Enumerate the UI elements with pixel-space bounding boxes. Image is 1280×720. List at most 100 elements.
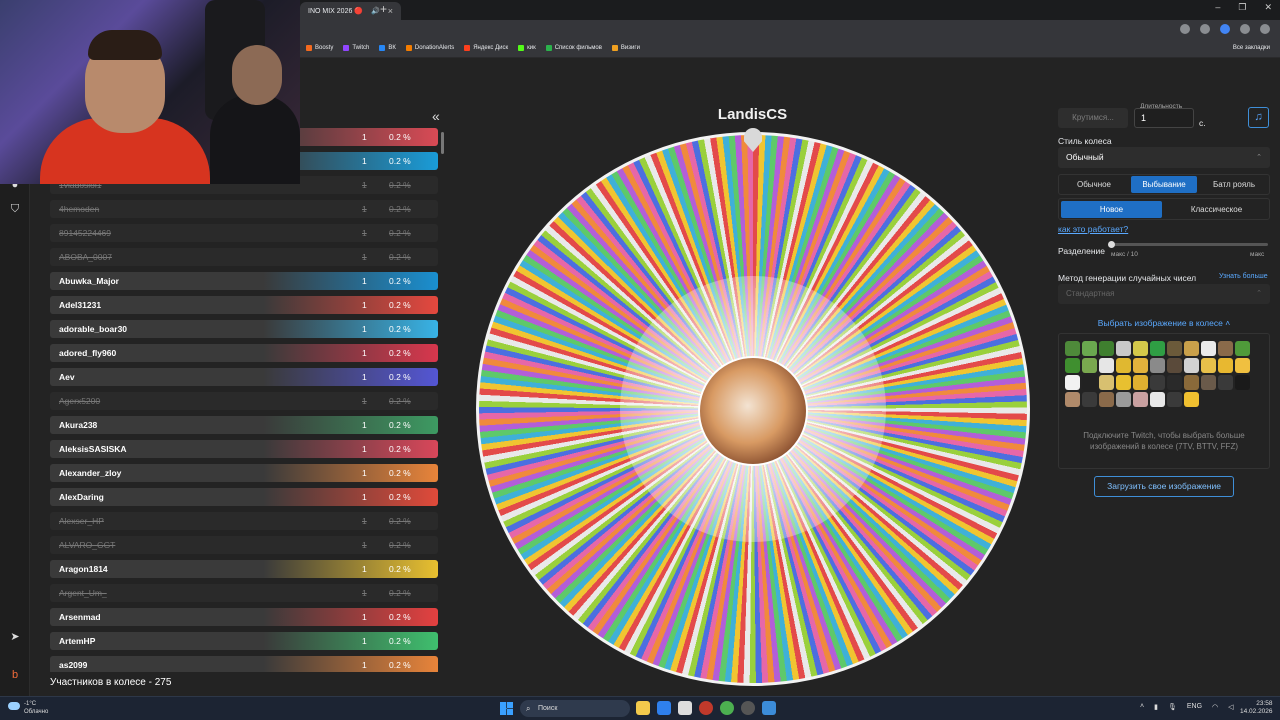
participant-row[interactable]: Argent_Um_ 1 0.2 %	[50, 584, 438, 602]
participant-row[interactable]: as2099 1 0.2 %	[50, 656, 438, 672]
emote-thumbnail[interactable]	[1150, 358, 1165, 373]
participant-row[interactable]: AleksisSASISKA 1 0.2 %	[50, 440, 438, 458]
image-picker-toggle[interactable]: Выбрать изображение в колесе ˄	[1058, 318, 1270, 328]
extension-icon[interactable]	[1220, 24, 1230, 34]
spin-button[interactable]: Крутимся...	[1058, 108, 1128, 128]
emote-thumbnail[interactable]	[1116, 341, 1131, 356]
participant-row[interactable]: AlexDaring 1 0.2 %	[50, 488, 438, 506]
emote-thumbnail[interactable]	[1184, 392, 1199, 407]
emote-thumbnail[interactable]	[1218, 375, 1233, 390]
wheel-style-select[interactable]: Обычный ⌃	[1058, 147, 1270, 168]
network-icon[interactable]: ▮	[1154, 703, 1158, 711]
emote-thumbnail[interactable]	[1133, 375, 1148, 390]
upload-image-button[interactable]: Загрузить свое изображение	[1094, 476, 1234, 497]
emote-thumbnail[interactable]	[1201, 358, 1216, 373]
steam-icon[interactable]	[762, 701, 776, 715]
emote-thumbnail[interactable]	[1082, 358, 1097, 373]
emote-thumbnail[interactable]	[1150, 392, 1165, 407]
emote-thumbnail[interactable]	[1099, 358, 1114, 373]
mode-option[interactable]: Обычное	[1061, 176, 1127, 193]
emote-thumbnail[interactable]	[1167, 358, 1182, 373]
minimize-icon[interactable]: –	[1215, 2, 1220, 13]
close-window-icon[interactable]: ✕	[1264, 2, 1272, 13]
emote-thumbnail[interactable]	[1133, 392, 1148, 407]
emote-thumbnail[interactable]	[1167, 392, 1182, 407]
opera-icon[interactable]	[699, 701, 713, 715]
emote-thumbnail[interactable]	[1150, 341, 1165, 356]
emote-thumbnail[interactable]	[1133, 341, 1148, 356]
participant-row[interactable]: Alexander_zloy 1 0.2 %	[50, 464, 438, 482]
emote-thumbnail[interactable]	[1150, 375, 1165, 390]
mode-option[interactable]: Выбывание	[1131, 176, 1197, 193]
participant-row[interactable]: 4hemoden 1 0.2 %	[50, 200, 438, 218]
emote-thumbnail[interactable]	[1167, 341, 1182, 356]
emote-thumbnail[interactable]	[1099, 375, 1114, 390]
windows-start-icon[interactable]	[500, 702, 513, 715]
taskbar-search[interactable]: ⌕ Поиск	[520, 700, 630, 717]
mode-option[interactable]: Классическое	[1166, 201, 1267, 218]
emote-thumbnail[interactable]	[1218, 341, 1233, 356]
participant-row[interactable]: ALVARO_GGT 1 0.2 %	[50, 536, 438, 554]
tab-audio-icon[interactable]: 🔊	[371, 7, 380, 15]
participant-row[interactable]: adored_fly960 1 0.2 %	[50, 344, 438, 362]
bookmark-item[interactable]: Визиги	[611, 45, 640, 51]
emote-thumbnail[interactable]	[1201, 341, 1216, 356]
participant-row[interactable]: Arsenmad 1 0.2 %	[50, 608, 438, 626]
telegram-icon[interactable]: ➤	[8, 630, 22, 644]
participant-row[interactable]: Alexser_HP 1 0.2 %	[50, 512, 438, 530]
star-icon[interactable]	[1200, 24, 1210, 34]
rng-learn-more-link[interactable]: Узнать больше	[1219, 273, 1268, 280]
shield-icon[interactable]: ⛉	[8, 202, 22, 216]
emote-thumbnail[interactable]	[1082, 375, 1097, 390]
new-tab-button[interactable]: +	[380, 2, 387, 16]
chrome-icon[interactable]	[720, 701, 734, 715]
emote-thumbnail[interactable]	[1133, 358, 1148, 373]
participant-row[interactable]: ArtemHP 1 0.2 %	[50, 632, 438, 650]
rng-select[interactable]: Стандартная ⌃	[1058, 284, 1270, 304]
participant-row[interactable]: Adel31231 1 0.2 %	[50, 296, 438, 314]
emote-thumbnail[interactable]	[1235, 341, 1250, 356]
bookmark-item[interactable]: Список фильмов	[545, 45, 602, 51]
split-slider[interactable]	[1108, 241, 1268, 248]
boosty-icon[interactable]: b	[8, 668, 22, 682]
emote-thumbnail[interactable]	[1235, 375, 1250, 390]
mode-option[interactable]: Батл рояль	[1201, 176, 1267, 193]
bookmark-item[interactable]: Twitch	[343, 45, 369, 51]
participant-row[interactable]: Agerx5200 1 0.2 %	[50, 392, 438, 410]
how-it-works-link[interactable]: как это работает?	[1058, 224, 1128, 234]
emote-thumbnail[interactable]	[1184, 341, 1199, 356]
profile-icon[interactable]	[1240, 24, 1250, 34]
obs-icon[interactable]	[741, 701, 755, 715]
file-explorer-icon[interactable]	[636, 701, 650, 715]
participant-row[interactable]: adorable_boar30 1 0.2 %	[50, 320, 438, 338]
emote-thumbnail[interactable]	[1099, 341, 1114, 356]
language-indicator[interactable]: ENG	[1187, 703, 1202, 711]
slider-knob[interactable]	[1108, 241, 1115, 248]
store-icon[interactable]	[678, 701, 692, 715]
emote-thumbnail[interactable]	[1065, 375, 1080, 390]
participant-row[interactable]: ABOBA_0007 1 0.2 %	[50, 248, 438, 266]
participant-row[interactable]: Aragon1814 1 0.2 %	[50, 560, 438, 578]
emote-thumbnail[interactable]	[1167, 375, 1182, 390]
emote-thumbnail[interactable]	[1065, 341, 1080, 356]
participant-row[interactable]: Abuwka_Major 1 0.2 %	[50, 272, 438, 290]
music-icon[interactable]: ♫	[1248, 107, 1269, 128]
bookmark-item[interactable]: ВК	[379, 45, 396, 51]
participant-row[interactable]: Akura238 1 0.2 %	[50, 416, 438, 434]
menu-icon[interactable]	[1260, 24, 1270, 34]
bookmark-item[interactable]: DonationAlerts	[405, 45, 454, 51]
mic-icon[interactable]: 🎙	[1168, 703, 1177, 711]
translate-icon[interactable]	[1180, 24, 1190, 34]
emote-thumbnail[interactable]	[1218, 358, 1233, 373]
emote-thumbnail[interactable]	[1235, 358, 1250, 373]
duration-input[interactable]: 1	[1134, 108, 1194, 128]
clock[interactable]: 23:58 14.02.2026	[1240, 700, 1273, 716]
chevron-up-icon[interactable]: ˄	[1140, 703, 1144, 711]
tab-close-icon[interactable]: ×	[388, 6, 393, 16]
volume-icon[interactable]: ◁	[1228, 703, 1233, 711]
bookmark-item[interactable]: Boosty	[306, 45, 333, 51]
participant-row[interactable]: Aev 1 0.2 %	[50, 368, 438, 386]
emote-thumbnail[interactable]	[1201, 375, 1216, 390]
weather-widget[interactable]: -1°C Облачно	[8, 700, 48, 716]
emote-thumbnail[interactable]	[1099, 392, 1114, 407]
